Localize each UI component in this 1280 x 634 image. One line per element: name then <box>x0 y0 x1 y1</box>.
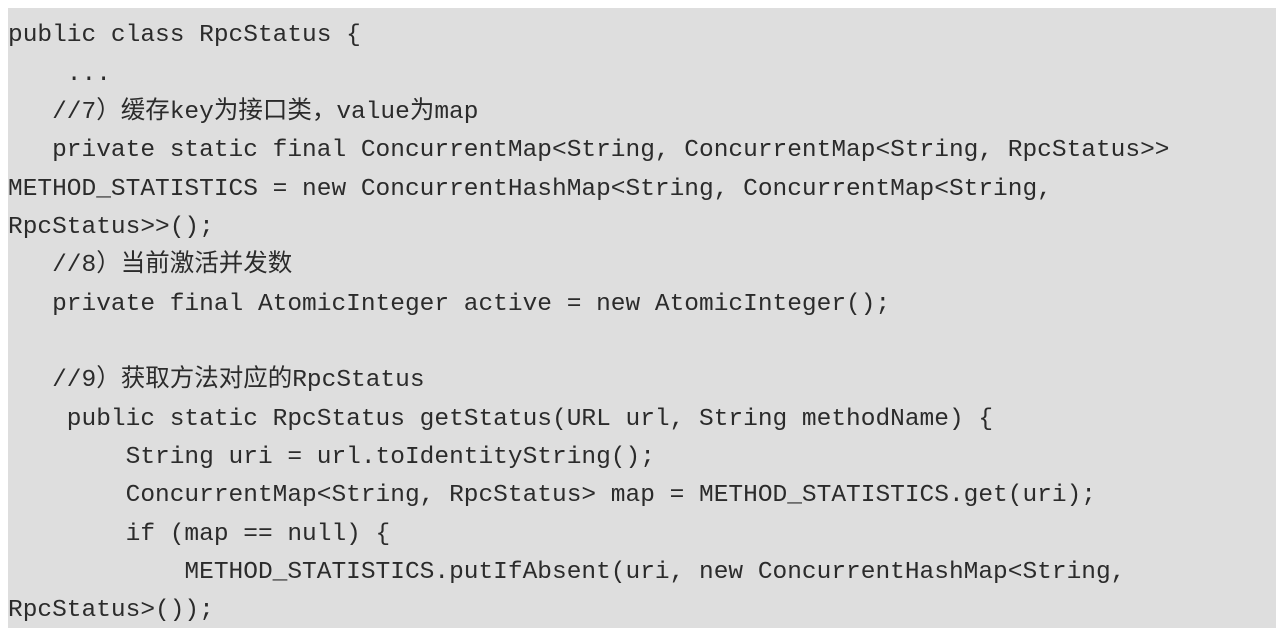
code-line: if (map == null) { <box>8 521 391 548</box>
code-line: //9）获取方法对应的RpcStatus <box>8 367 425 394</box>
code-line: private final AtomicInteger active = new… <box>8 291 891 318</box>
code-line: ... <box>8 61 111 88</box>
code-line: METHOD_STATISTICS = new ConcurrentHashMa… <box>8 176 1052 203</box>
code-line: String uri = url.toIdentityString(); <box>8 444 655 471</box>
code-line: //8）当前激活并发数 <box>8 252 293 279</box>
code-line: //7）缓存key为接口类，value为map <box>8 99 479 126</box>
code-line: ConcurrentMap<String, RpcStatus> map = M… <box>8 482 1096 509</box>
code-line: public static RpcStatus getStatus(URL ur… <box>8 406 994 433</box>
code-line: RpcStatus>>(); <box>8 214 214 241</box>
code-line: public class RpcStatus { <box>8 22 361 49</box>
code-line: RpcStatus>()); <box>8 597 214 624</box>
code-line: METHOD_STATISTICS.putIfAbsent(uri, new C… <box>8 559 1126 586</box>
code-line: private static final ConcurrentMap<Strin… <box>8 137 1170 164</box>
code-block: public class RpcStatus { ... //7）缓存key为接… <box>8 8 1276 628</box>
